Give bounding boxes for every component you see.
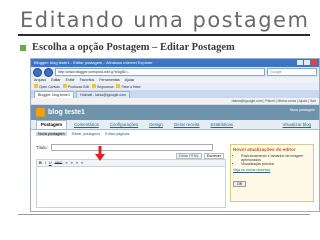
new-post-link[interactable]: Nova postagem xyxy=(290,108,315,112)
bullet-marker xyxy=(20,44,26,51)
window-title: Blogger: blog teste1 - Editar postagem -… xyxy=(34,60,153,65)
back-icon[interactable] xyxy=(33,67,42,77)
updates-heading: Novo! atualizações do editor xyxy=(233,147,296,152)
toolbar-item[interactable]: Falar a frase xyxy=(116,84,141,89)
search-input[interactable]: Google xyxy=(267,68,317,76)
tab-comentarios[interactable]: Comentários xyxy=(70,121,103,129)
close-button[interactable] xyxy=(311,60,317,65)
tab-hotmail[interactable]: Hotmail - tania@igoogle.com xyxy=(75,91,131,98)
align-left-icon[interactable]: ≡ xyxy=(65,161,67,165)
post-editor: Título: Editar HTML Escrever B I U ABC ≡… xyxy=(36,144,226,208)
menu-item-exibir[interactable]: Exibir xyxy=(66,77,75,83)
window-controls xyxy=(297,60,317,65)
browser-tabs: Blogger: blog teste1 Hotmail - tania@igo… xyxy=(31,90,319,98)
arrow-down-icon xyxy=(95,146,105,161)
blog-title: blog teste1 xyxy=(48,109,85,116)
tab-gerar-receita[interactable]: Gerar receita xyxy=(170,121,204,129)
bold-button[interactable]: B xyxy=(39,161,42,165)
tab-blogger[interactable]: Blogger: blog teste1 xyxy=(34,91,74,98)
editor-updates-box: Novo! atualizações do editor Posicioname… xyxy=(230,144,314,202)
strikethrough-button[interactable]: ABC xyxy=(55,161,63,165)
title-input[interactable] xyxy=(50,144,213,151)
footer-rule xyxy=(18,214,310,215)
address-bar: http://www.blogger.com/post-edit.g?blogI… xyxy=(31,67,319,77)
menu-item-arquivo[interactable]: Arquivo xyxy=(34,77,46,83)
toolbar-item-label: Open Canvas xyxy=(39,85,60,89)
title-label: Título: xyxy=(36,145,48,150)
section-tabs: Postagem Comentários Configurações Desig… xyxy=(31,120,319,130)
tab-postagem[interactable]: Postagem xyxy=(36,120,67,129)
bullet-text: Escolha a opção Postagem – Editar Postag… xyxy=(32,42,235,53)
align-center-icon[interactable]: ≡ xyxy=(71,161,73,165)
minimize-button[interactable] xyxy=(297,60,303,65)
post-subtabs: Nova postagem Editar postagens Editar pá… xyxy=(31,130,319,137)
view-blog-link[interactable]: Visualizar blog xyxy=(279,121,315,129)
folder-icon xyxy=(62,84,67,88)
account-links[interactable]: ntania@igoogle.com | Painel | Minha cont… xyxy=(31,98,319,105)
toolbar-item[interactable]: Seguranca xyxy=(92,84,113,89)
menu-item-ferramentas[interactable]: Ferramentas xyxy=(99,77,119,83)
toolbar-item-label: Falar a frase xyxy=(121,85,141,89)
title-rule xyxy=(18,34,310,36)
maximize-button[interactable] xyxy=(304,60,310,65)
updates-item: Visualização precisa xyxy=(241,162,311,166)
justify-icon[interactable]: ≡ xyxy=(81,161,83,165)
blog-header: blog teste1 Nova postagem xyxy=(31,105,319,120)
updates-item: Posicionamento e tamanho de imagem aprim… xyxy=(241,154,311,162)
forward-icon[interactable] xyxy=(44,67,53,77)
menu-item-editar[interactable]: Editar xyxy=(51,77,60,83)
underline-button[interactable]: U xyxy=(49,161,52,165)
tab-design[interactable]: Design xyxy=(145,121,167,129)
folder-icon xyxy=(116,84,121,88)
ok-button[interactable]: OK xyxy=(233,181,247,187)
slide-title: Editando uma postagem xyxy=(20,8,310,32)
toolbar-item-label: Seguranca xyxy=(97,85,114,89)
folder-icon xyxy=(34,84,38,88)
toolbar-item[interactable]: Open Canvas xyxy=(34,84,60,89)
browser-screenshot: Blogger: blog teste1 - Editar postagem -… xyxy=(30,58,320,212)
toolbar-item-label: Producao Edit xyxy=(67,85,90,89)
new-features-link[interactable]: Veja os novos recursos xyxy=(233,168,311,172)
window-titlebar: Blogger: blog teste1 - Editar postagem -… xyxy=(31,59,319,67)
url-field[interactable]: http://www.blogger.com/post-edit.g?blogI… xyxy=(55,68,265,76)
blogger-page: ntania@igoogle.com | Painel | Minha cont… xyxy=(31,98,319,211)
bullet-item: Escolha a opção Postagem – Editar Postag… xyxy=(20,42,235,53)
italic-button[interactable]: I xyxy=(45,161,46,165)
post-body-editor[interactable] xyxy=(36,166,226,208)
updates-list: Posicionamento e tamanho de imagem aprim… xyxy=(233,154,311,166)
tab-configuracoes[interactable]: Configurações xyxy=(106,121,142,129)
tab-estatisticas[interactable]: Estatísticas xyxy=(206,121,236,129)
subtab-nova-postagem[interactable]: Nova postagem xyxy=(36,131,67,136)
menu-item-favoritos[interactable]: Favoritos xyxy=(80,77,95,83)
menu-item-ajuda[interactable]: Ajuda xyxy=(125,77,134,83)
align-right-icon[interactable]: ≡ xyxy=(76,161,78,165)
toolbar-item[interactable]: Producao Edit xyxy=(62,84,90,89)
blogger-logo-icon xyxy=(36,108,45,117)
links-toolbar: Open Canvas Producao Edit Seguranca Fala… xyxy=(31,83,319,90)
title-row: Título: xyxy=(36,144,226,151)
subtab-editar-paginas[interactable]: Editar páginas xyxy=(105,132,129,136)
folder-icon xyxy=(92,84,97,88)
subtab-editar-postagens[interactable]: Editar postagens xyxy=(72,132,101,136)
